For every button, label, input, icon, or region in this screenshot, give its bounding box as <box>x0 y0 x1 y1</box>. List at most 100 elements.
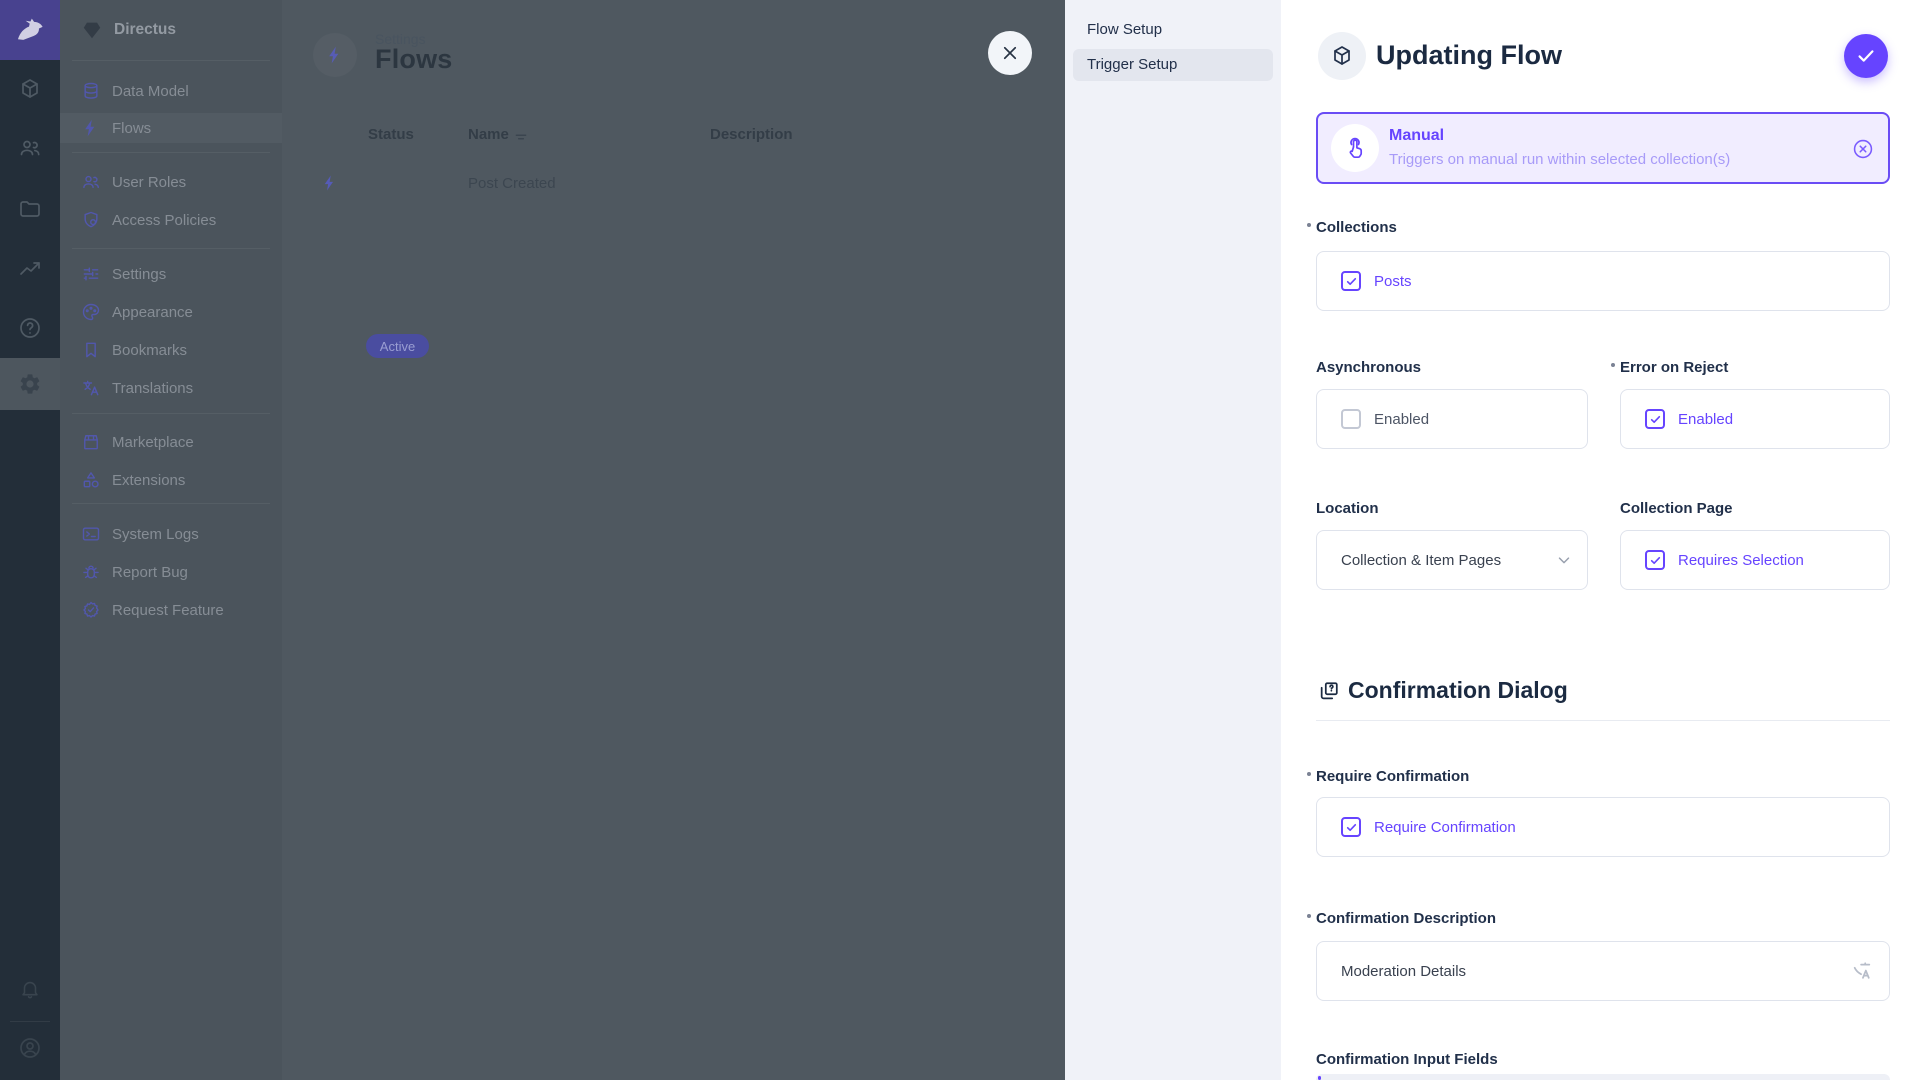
bookmark-icon <box>81 340 101 360</box>
sidebar-item-label: Translations <box>112 380 193 397</box>
sidebar-item-bookmarks[interactable]: Bookmarks <box>60 335 282 365</box>
drawer-close-button[interactable] <box>988 31 1032 75</box>
confirmation-input-fields-list-top[interactable] <box>1316 1074 1890 1080</box>
bolt-icon <box>325 45 345 65</box>
files-module-folder-icon[interactable] <box>0 197 60 221</box>
sidebar-divider <box>72 152 270 153</box>
directus-logo[interactable] <box>0 0 60 60</box>
shapes-icon <box>81 470 101 490</box>
required-dot <box>1611 363 1615 367</box>
sidebar-item-label: Data Model <box>112 83 189 100</box>
checkbox-asynchronous[interactable] <box>1341 409 1361 429</box>
sidebar-item-label: Extensions <box>112 472 185 489</box>
field-label-collections: Collections <box>1316 219 1397 236</box>
error-on-reject-field: Enabled <box>1620 389 1890 449</box>
sidebar-item-access-policies[interactable]: Access Policies <box>60 205 282 235</box>
trigger-card-title: Manual <box>1389 127 1444 145</box>
sidebar-item-extensions[interactable]: Extensions <box>60 465 282 495</box>
hand-tap-icon <box>1343 136 1367 160</box>
sidebar-item-settings[interactable]: Settings <box>60 259 282 289</box>
confirmation-description-input[interactable]: Moderation Details <box>1316 941 1890 1001</box>
checkbox-posts[interactable] <box>1341 271 1361 291</box>
circle-x-icon <box>1852 138 1874 160</box>
confirmation-description-value: Moderation Details <box>1341 963 1466 980</box>
sidebar-item-flows[interactable]: Flows <box>60 113 282 143</box>
sidebar-item-report-bug[interactable]: Report Bug <box>60 557 282 587</box>
checkbox-requires-selection[interactable] <box>1645 550 1665 570</box>
palette-icon <box>81 302 101 322</box>
checkbox-label-error-on-reject[interactable]: Enabled <box>1678 411 1733 428</box>
notifications-bell-icon[interactable] <box>0 978 60 1002</box>
collection-page-field: Requires Selection <box>1620 530 1890 590</box>
checkbox-require-confirmation[interactable] <box>1341 817 1361 837</box>
drawer-nav: Flow Setup Trigger Setup <box>1065 0 1281 1080</box>
location-select-value: Collection & Item Pages <box>1341 552 1501 569</box>
sidebar-item-label: Flows <box>112 120 151 137</box>
box-icon <box>1330 44 1354 68</box>
gem-icon <box>81 19 103 41</box>
sidebar-item-user-roles[interactable]: User Roles <box>60 167 282 197</box>
section-divider <box>1316 720 1890 721</box>
sidebar-item-system-logs[interactable]: System Logs <box>60 519 282 549</box>
page-title: Flows <box>375 44 453 75</box>
sidebar-item-label: System Logs <box>112 526 199 543</box>
sort-icon[interactable] <box>514 130 528 144</box>
check-icon <box>1649 554 1662 567</box>
collections-field: Posts <box>1316 251 1890 311</box>
project-header[interactable]: Directus <box>60 0 282 60</box>
close-icon <box>1001 44 1019 62</box>
sidebar-item-label: Bookmarks <box>112 342 187 359</box>
translate-icon[interactable] <box>1851 960 1873 982</box>
trigger-card-subtitle: Triggers on manual run within selected c… <box>1389 151 1730 168</box>
help-module-icon[interactable] <box>0 316 60 340</box>
sidebar-item-marketplace[interactable]: Marketplace <box>60 427 282 457</box>
sidebar-item-translations[interactable]: Translations <box>60 373 282 403</box>
trigger-type-card[interactable]: Manual Triggers on manual run within sel… <box>1316 112 1890 184</box>
checkbox-error-on-reject[interactable] <box>1645 409 1665 429</box>
shield-icon <box>81 210 101 230</box>
sidebar-divider <box>72 413 270 414</box>
database-icon <box>81 81 101 101</box>
nav-item-flow-setup[interactable]: Flow Setup <box>1073 14 1273 46</box>
checkbox-label-require-confirmation[interactable]: Require Confirmation <box>1374 819 1516 836</box>
section-title: Confirmation Dialog <box>1348 677 1568 704</box>
module-bar-divider <box>10 1021 50 1022</box>
required-dot <box>1307 914 1311 918</box>
field-label-confirmation-description: Confirmation Description <box>1316 910 1496 927</box>
location-select[interactable]: Collection & Item Pages <box>1316 530 1588 590</box>
sidebar-item-request-feature[interactable]: Request Feature <box>60 595 282 625</box>
module-bar <box>0 0 60 1080</box>
sidebar-item-appearance[interactable]: Appearance <box>60 297 282 327</box>
nav-item-trigger-setup[interactable]: Trigger Setup <box>1073 49 1273 81</box>
users-module-icon[interactable] <box>0 136 60 160</box>
drawer-title: Updating Flow <box>1376 40 1562 71</box>
required-dot <box>1307 772 1311 776</box>
settings-module-active[interactable] <box>0 358 60 410</box>
user-avatar[interactable] <box>0 1036 60 1060</box>
checkbox-label-requires-selection[interactable]: Requires Selection <box>1678 552 1804 569</box>
seal-check-icon <box>81 600 101 620</box>
column-header-description: Description <box>710 126 793 143</box>
sidebar-item-label: Appearance <box>112 304 193 321</box>
checkbox-label-asynchronous[interactable]: Enabled <box>1374 411 1429 428</box>
row-name: Post Created <box>468 175 556 192</box>
field-label-asynchronous: Asynchronous <box>1316 359 1421 376</box>
sidebar-item-data-model[interactable]: Data Model <box>60 76 282 106</box>
manual-trigger-icon-circle <box>1331 124 1379 172</box>
column-header-name[interactable]: Name <box>468 126 509 143</box>
deselect-trigger-icon[interactable] <box>1852 138 1874 160</box>
save-button[interactable] <box>1844 34 1888 78</box>
field-label-collection-page: Collection Page <box>1620 500 1733 517</box>
sidebar-item-label: Request Feature <box>112 602 224 619</box>
sidebar-item-label: User Roles <box>112 174 186 191</box>
checkbox-label-posts[interactable]: Posts <box>1374 273 1412 290</box>
require-confirmation-field: Require Confirmation <box>1316 797 1890 857</box>
table-row[interactable]: Active Post Created <box>282 163 1065 203</box>
group-icon <box>81 172 101 192</box>
check-icon <box>1345 821 1358 834</box>
insights-module-chart-icon[interactable] <box>0 257 60 281</box>
content-module-box-icon[interactable] <box>0 77 60 101</box>
status-badge: Active <box>366 334 429 358</box>
check-icon <box>1855 45 1877 67</box>
required-dot <box>1307 223 1311 227</box>
